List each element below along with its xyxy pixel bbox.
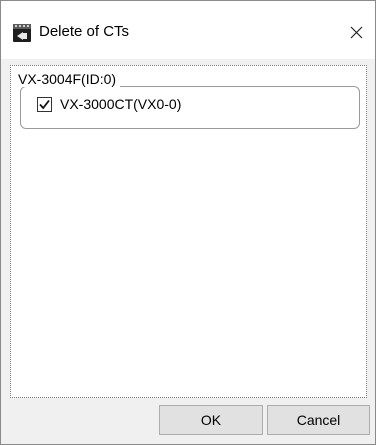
checkmark-icon [39, 99, 50, 109]
cancel-button[interactable]: Cancel [267, 405, 370, 435]
app-icon [13, 24, 31, 42]
dialog-title: Delete of CTs [39, 23, 130, 40]
list-item[interactable]: VX-3000CT(VX0-0) [37, 94, 181, 114]
close-icon [350, 26, 362, 38]
close-button[interactable] [339, 15, 373, 49]
title-bar[interactable]: Delete of CTs [1, 1, 375, 59]
device-group-label: VX-3004F(ID:0) [17, 71, 121, 87]
ct-list-panel[interactable]: VX-3004F(ID:0) VX-3000CT(VX0-0) [10, 65, 367, 398]
dialog-window: Delete of CTs VX-3004F(ID:0) VX-3000CT(V… [0, 0, 376, 445]
ct-checkbox[interactable] [37, 96, 52, 112]
ct-item-label: VX-3000CT(VX0-0) [60, 96, 182, 112]
ok-button[interactable]: OK [159, 405, 263, 435]
dialog-body: VX-3004F(ID:0) VX-3000CT(VX0-0) OK Cance… [1, 59, 375, 444]
